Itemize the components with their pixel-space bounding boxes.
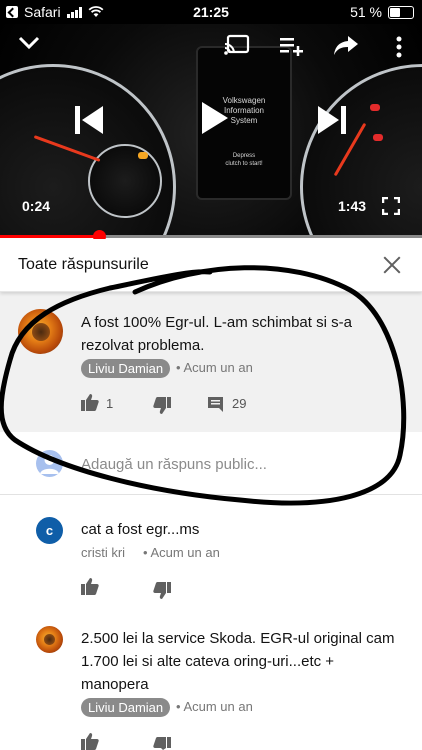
- like-icon[interactable]: [81, 394, 99, 411]
- reply-text-line-2: 1.700 lei si alte cateva oring-uri...etc…: [81, 653, 335, 670]
- dislike-icon[interactable]: [153, 737, 171, 750]
- video-progress-bar[interactable]: [0, 230, 422, 243]
- warning-light-red: [370, 104, 380, 111]
- duration: 1:43: [338, 198, 367, 214]
- comment-time: • Acum un an: [176, 360, 253, 375]
- dislike-icon[interactable]: [153, 582, 171, 599]
- like-icon[interactable]: [81, 733, 99, 750]
- user-avatar-icon: [36, 450, 63, 477]
- close-icon[interactable]: [380, 253, 404, 277]
- reply-count: 29: [232, 396, 247, 411]
- replies-header: Toate răspunsurile: [0, 239, 422, 292]
- comment-text-line-1: A fost 100% Egr-ul. L-am schimbat si s-a: [81, 314, 352, 331]
- reply-time: • Acum un an: [143, 545, 220, 560]
- add-to-playlist-icon[interactable]: [280, 36, 304, 56]
- reply-text-line-1: 2.500 lei la service Skoda. EGR-ul origi…: [81, 630, 395, 647]
- reply-input[interactable]: Adaugă un răspuns public...: [81, 456, 267, 473]
- minimize-chevron-icon[interactable]: [18, 36, 40, 50]
- replies-title: Toate răspunsurile: [18, 256, 149, 273]
- reply-text: cat a fost egr...ms: [81, 521, 200, 538]
- author-badge[interactable]: Liviu Damian: [81, 359, 171, 378]
- cast-icon[interactable]: [224, 34, 250, 56]
- avatar[interactable]: [36, 626, 63, 653]
- author-badge[interactable]: Liviu Damian: [81, 698, 171, 717]
- like-icon[interactable]: [81, 578, 99, 595]
- fullscreen-icon[interactable]: [382, 197, 400, 215]
- battery-percent: 51 %: [350, 4, 382, 20]
- avatar[interactable]: [18, 309, 63, 354]
- battery-icon: [388, 5, 414, 19]
- parent-comment: A fost 100% Egr-ul. L-am schimbat si s-a…: [0, 292, 422, 432]
- divider: [0, 494, 422, 495]
- video-player[interactable]: Volkswagen Information System Depress cl…: [0, 24, 422, 236]
- screen-subline-2: clutch to start!: [225, 161, 263, 167]
- dislike-icon[interactable]: [153, 397, 171, 414]
- comment-text-line-2: rezolvat problema.: [81, 337, 205, 354]
- like-count: 1: [106, 396, 114, 411]
- engine-warning-light: [138, 152, 148, 159]
- previous-icon[interactable]: [73, 104, 105, 136]
- battery-warning-light: [373, 134, 383, 141]
- current-time: 0:24: [22, 198, 51, 214]
- reply-text-line-3: manopera: [81, 676, 149, 693]
- reply-author[interactable]: cristi kri: [81, 545, 125, 560]
- status-bar: Safari 21:25 51 %: [0, 0, 422, 24]
- more-options-icon[interactable]: [395, 36, 403, 58]
- progress-fill: [0, 235, 100, 238]
- play-icon[interactable]: [198, 100, 230, 136]
- share-icon[interactable]: [333, 34, 359, 56]
- temperature-dial: [88, 144, 162, 218]
- replies-icon[interactable]: [207, 396, 224, 412]
- avatar[interactable]: c: [36, 517, 63, 544]
- next-icon[interactable]: [316, 104, 348, 136]
- screen-subline-1: Depress: [232, 153, 256, 159]
- reply-time: • Acum un an: [176, 699, 253, 714]
